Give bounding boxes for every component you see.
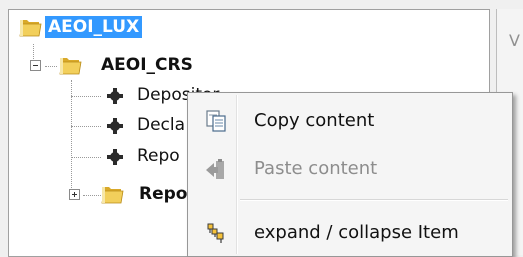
panel-letter: V [509, 31, 520, 50]
gear-icon [107, 88, 123, 104]
tree-line [83, 195, 101, 196]
menu-item-copy-content[interactable]: Copy content [190, 103, 510, 139]
expand-toggle[interactable] [69, 189, 80, 200]
copy-icon [206, 110, 226, 132]
tree-leaf-label[interactable]: Decla [137, 114, 185, 136]
folder-icon [59, 58, 82, 75]
tree-node-label[interactable]: AEOI_LUX [45, 16, 143, 38]
menu-item-expand-collapse[interactable]: expand / collapse Item [190, 215, 510, 251]
tree-line [71, 126, 101, 127]
paste-icon [206, 159, 224, 179]
folder-icon [19, 20, 42, 37]
minus-icon [33, 65, 38, 66]
tree-leaf-label[interactable]: Repo [137, 145, 180, 167]
menu-item-paste-content[interactable]: Paste content [190, 151, 510, 187]
menu-item-label: expand / collapse Item [254, 222, 459, 243]
tree-line [71, 80, 72, 196]
gear-icon [107, 118, 123, 134]
tree-node-label[interactable]: AEOI_CRS [101, 54, 193, 76]
tree-line [45, 66, 57, 67]
context-menu: Copy content Paste content expand / coll… [187, 92, 513, 257]
folder-icon [101, 187, 124, 204]
expand-collapse-icon [207, 223, 224, 243]
application-window: AEOI_LUX AEOI_CRS Depositor Decla Repo R… [0, 0, 523, 257]
gear-icon [107, 149, 123, 165]
collapse-toggle[interactable] [30, 60, 41, 71]
menu-item-label: Copy content [254, 110, 375, 131]
tree-line [71, 157, 101, 158]
plus-icon-vertical [74, 192, 75, 197]
tree-node-label[interactable]: Repo [139, 183, 187, 205]
menu-separator [240, 199, 508, 201]
tree-line [71, 96, 101, 97]
menu-item-label: Paste content [254, 158, 378, 179]
